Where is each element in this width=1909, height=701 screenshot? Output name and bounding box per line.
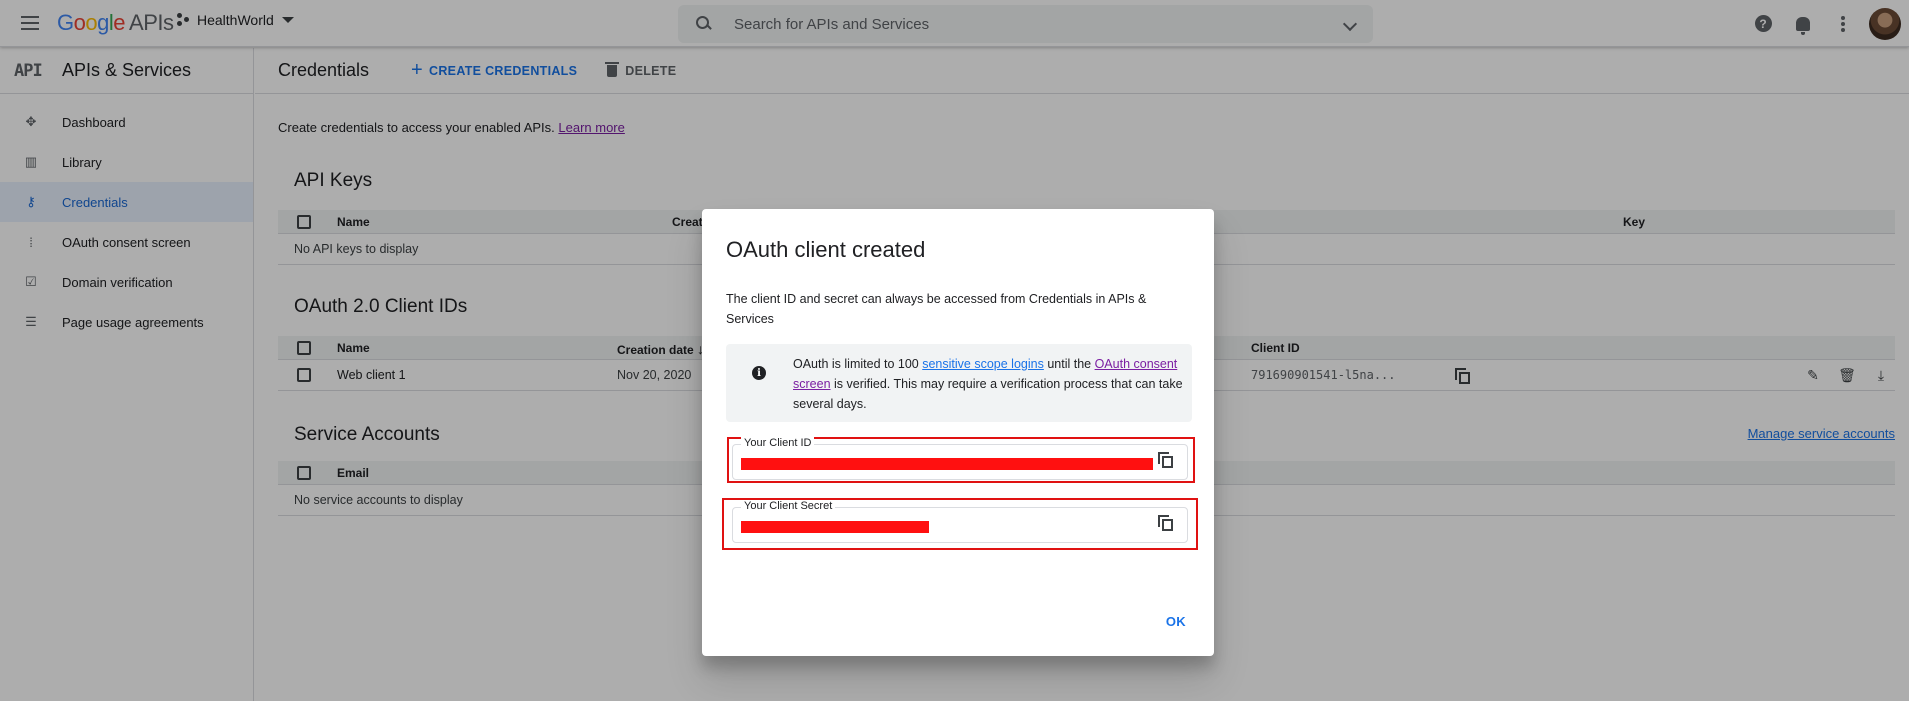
client-id-label: Your Client ID [741,437,815,449]
info-banner: i OAuth is limited to 100 sensitive scop… [726,344,1192,422]
ok-button[interactable]: OK [1166,614,1186,629]
copy-icon[interactable] [1158,515,1173,531]
client-secret-label: Your Client Secret [741,500,836,512]
info-icon: i [752,366,766,380]
dialog-title: OAuth client created [726,237,926,262]
dialog-text: The client ID and secret can always be a… [726,292,1147,326]
client-secret-field[interactable]: Your Client Secret [732,500,1188,543]
redacted-client-secret [741,521,929,533]
client-id-field[interactable]: Your Client ID [732,437,1188,480]
redacted-client-id [741,458,1153,470]
client-secret-highlight: Your Client Secret [722,498,1198,550]
info-text: OAuth is limited to 100 sensitive scope … [793,357,1183,411]
copy-icon[interactable] [1158,452,1173,468]
oauth-created-dialog: OAuth client created The client ID and s… [702,209,1214,656]
sensitive-scope-link[interactable]: sensitive scope logins [922,357,1044,371]
client-id-highlight: Your Client ID [727,437,1195,483]
